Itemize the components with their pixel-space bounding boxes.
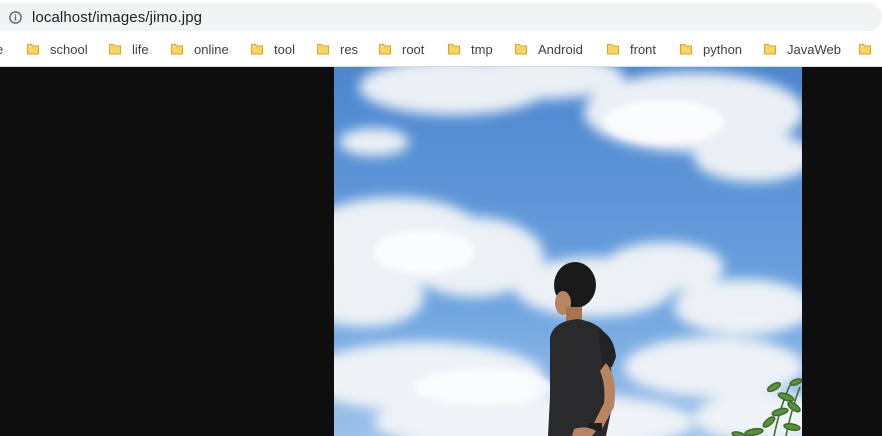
folder-icon bbox=[379, 44, 391, 55]
folder-icon bbox=[317, 44, 329, 55]
bookmark-label: python bbox=[703, 41, 743, 57]
bookmark-label: online bbox=[194, 41, 229, 57]
bookmark-folder-tool[interactable]: tool bbox=[250, 35, 295, 63]
folder-icon bbox=[251, 44, 263, 55]
bookmark-folder-android[interactable]: Android bbox=[514, 35, 583, 63]
info-icon[interactable] bbox=[9, 11, 22, 24]
bookmark-folder-python[interactable]: python bbox=[679, 35, 742, 63]
folder-icon bbox=[680, 44, 692, 55]
bookmark-label: tmp bbox=[471, 41, 493, 57]
bookmark-folder-life[interactable]: life bbox=[108, 35, 149, 63]
image-viewer bbox=[0, 67, 882, 436]
displayed-photo[interactable] bbox=[334, 67, 802, 436]
bookmark-label: JavaWeb bbox=[787, 41, 841, 57]
bookmark-folder-javaweb[interactable]: JavaWeb bbox=[763, 35, 841, 63]
bookmark-folder-online[interactable]: online bbox=[170, 35, 229, 63]
bookmark-folder-tmp[interactable]: tmp bbox=[447, 35, 493, 63]
bookmark-folder-overflow[interactable] bbox=[858, 35, 882, 63]
folder-icon bbox=[171, 44, 183, 55]
bookmark-folder-res[interactable]: res bbox=[316, 35, 358, 63]
bookmark-label: root bbox=[402, 41, 425, 57]
folder-icon bbox=[607, 44, 619, 55]
folder-icon bbox=[27, 44, 39, 55]
folder-icon bbox=[764, 44, 776, 55]
bookmark-label: school bbox=[50, 41, 88, 57]
bookmarks-bar: e school life online tool res root tmp bbox=[0, 35, 882, 65]
bookmark-folder-root[interactable]: root bbox=[378, 35, 424, 63]
bookmark-label: life bbox=[132, 41, 149, 57]
bookmark-label: tool bbox=[274, 41, 295, 57]
bookmark-label: res bbox=[340, 41, 359, 57]
photo-person-looking-at-sky bbox=[334, 67, 802, 436]
folder-icon bbox=[515, 44, 527, 55]
bookmark-folder-school[interactable]: school bbox=[26, 35, 88, 63]
folder-icon bbox=[448, 44, 460, 55]
browser-chrome: localhost/images/jimo.jpg e school life … bbox=[0, 0, 882, 67]
bookmark-partial-label[interactable]: e bbox=[0, 42, 3, 57]
address-bar[interactable]: localhost/images/jimo.jpg bbox=[0, 3, 882, 31]
bookmark-label: Android bbox=[538, 41, 583, 57]
bookmark-folder-front[interactable]: front bbox=[606, 35, 656, 63]
url-text[interactable]: localhost/images/jimo.jpg bbox=[32, 9, 202, 26]
bookmark-label: front bbox=[630, 41, 657, 57]
folder-icon bbox=[859, 44, 871, 55]
folder-icon bbox=[109, 44, 121, 55]
